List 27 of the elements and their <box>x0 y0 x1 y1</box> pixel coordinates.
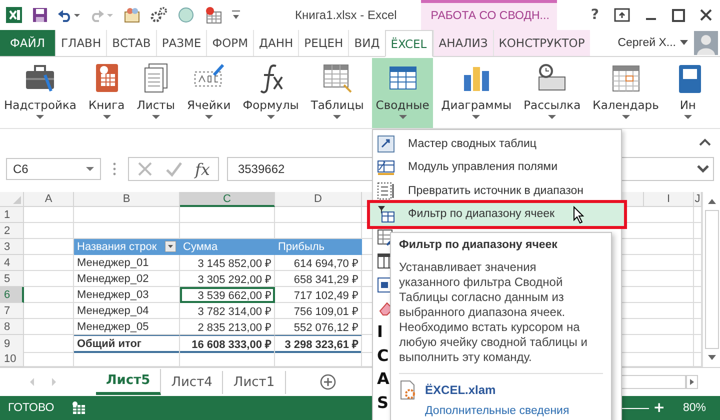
pivot-header-cell: Прибыль <box>275 239 362 255</box>
table-cell: Менеджер_03 <box>74 287 180 303</box>
table-cell: 3 539 662,00 ₽ <box>180 287 275 303</box>
status-text: ГОТОВО <box>8 402 54 414</box>
table-cell: 3 145 852,00 ₽ <box>180 255 275 271</box>
table-cell: 2 835 213,00 ₽ <box>180 319 275 335</box>
tooltip-title: Фильтр по диапазону ячеек <box>399 239 558 251</box>
table-cell: 614 694,70 ₽ <box>275 255 362 271</box>
table-cell: Общий итог <box>74 335 180 353</box>
pivot-header-cell: Названия строк <box>74 239 180 255</box>
tooltip-description: Устанавливает значения указанного фильтра Сводной Таблицы согласно данным из выбранного диапазона ячеек. Необходимо встать курсором на любую ячейку сводной таблицы и выполнить эту команду. <box>399 260 588 365</box>
table-cell: 16 608 333,00 ₽ <box>180 335 275 353</box>
add-in-name: ЁXCEL.xlam <box>425 383 496 397</box>
table-cell: 658 341,29 ₽ <box>275 271 362 287</box>
context-tab-title: РАБОТА СО СВОДН... <box>420 0 558 30</box>
table-cell: Менеджер_01 <box>74 255 180 271</box>
table-cell: Менеджер_04 <box>74 303 180 319</box>
pivot-header-cell: Сумма <box>180 239 275 255</box>
table-cell: 3 298 323,61 ₽ <box>275 335 362 353</box>
table-cell: 3 782 314,00 ₽ <box>180 303 275 319</box>
table-cell: 552 076,12 ₽ <box>275 319 362 335</box>
table-cell: 3 305 292,00 ₽ <box>180 271 275 287</box>
table-cell: Менеджер_02 <box>74 271 180 287</box>
table-cell: 717 102,49 ₽ <box>275 287 362 303</box>
window-title: Книга1.xlsx - Excel <box>295 8 397 22</box>
table-cell: 756 109,01 ₽ <box>275 303 362 319</box>
table-cell: Менеджер_05 <box>74 319 180 335</box>
